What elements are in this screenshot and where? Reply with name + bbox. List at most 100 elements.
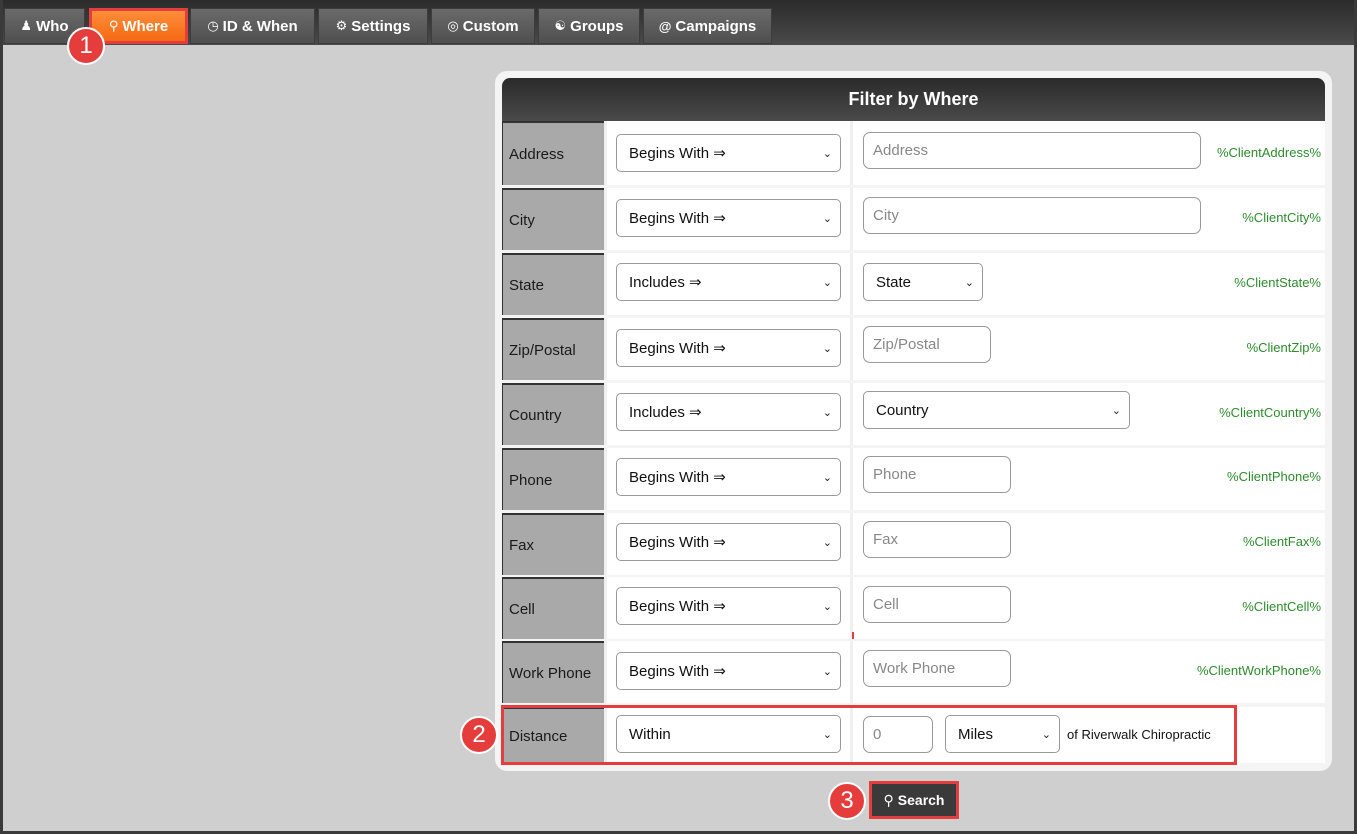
distance-suffix: of Riverwalk Chiropractic xyxy=(1067,727,1211,742)
cell-input[interactable]: Cell xyxy=(863,586,1011,623)
filter-row-zip: Zip/Postal Begins With ⇒ ⌄ Zip/Postal %C… xyxy=(502,318,1325,380)
operator-value: Within xyxy=(629,725,671,743)
tab-label: Settings xyxy=(351,17,411,35)
state-select[interactable]: State ⌄ xyxy=(863,263,983,301)
tab-label: Groups xyxy=(570,17,624,35)
country-value: Country xyxy=(876,401,929,419)
unit-value: Miles xyxy=(958,725,994,743)
distance-input[interactable]: 0 xyxy=(863,716,933,753)
operator-select[interactable]: Begins With ⇒ ⌄ xyxy=(616,652,841,690)
chevron-down-icon: ⌄ xyxy=(822,342,832,355)
callout-3: 3 xyxy=(828,782,866,820)
row-label: Country xyxy=(502,383,604,445)
operator-select[interactable]: Begins With ⇒ ⌄ xyxy=(616,134,841,172)
at-icon: @ xyxy=(658,18,672,34)
filter-row-country: Country Includes ⇒ ⌄ Country ⌄ %ClientCo… xyxy=(502,383,1325,445)
operator-select[interactable]: Begins With ⇒ ⌄ xyxy=(616,329,841,367)
row-label: Distance xyxy=(502,707,604,763)
operator-value: Begins With ⇒ xyxy=(629,469,726,486)
row-label: Fax xyxy=(502,513,604,575)
operator-value: Includes ⇒ xyxy=(629,404,702,421)
phone-input[interactable]: Phone xyxy=(863,456,1011,493)
top-nav: ♟ Who ⚲ Where ◷ ID & When ⚙ Settings ◎ C… xyxy=(0,0,1357,45)
chevron-down-icon: ⌄ xyxy=(822,471,832,484)
row-label: Zip/Postal xyxy=(502,318,604,380)
work-phone-input[interactable]: Work Phone xyxy=(863,650,1011,687)
marker-tick xyxy=(852,632,854,639)
operator-value: Begins With ⇒ xyxy=(629,340,726,357)
distance-operator-select[interactable]: Within ⌄ xyxy=(616,715,841,753)
row-label: Address xyxy=(502,121,604,185)
filter-row-city: City Begins With ⇒ ⌄ City %ClientCity% xyxy=(502,188,1325,250)
operator-value: Begins With ⇒ xyxy=(629,145,726,162)
clock-icon: ◷ xyxy=(207,18,219,33)
callout-2: 2 xyxy=(460,716,498,754)
chevron-down-icon: ⌄ xyxy=(822,600,832,613)
search-label: Search xyxy=(897,792,945,808)
filter-row-address: Address Begins With ⇒ ⌄ Address %ClientA… xyxy=(502,121,1325,185)
tab-label: Who xyxy=(36,17,69,35)
tab-settings[interactable]: ⚙ Settings xyxy=(318,8,428,44)
state-value: State xyxy=(876,273,912,291)
chevron-down-icon: ⌄ xyxy=(822,147,832,160)
city-input[interactable]: City xyxy=(863,197,1201,234)
row-label: City xyxy=(502,188,604,250)
merge-token: %ClientCity% xyxy=(1242,210,1321,225)
fax-input[interactable]: Fax xyxy=(863,521,1011,558)
tab-custom[interactable]: ◎ Custom xyxy=(431,8,535,44)
search-button[interactable]: ⚲ Search xyxy=(869,781,959,819)
filter-row-work-phone: Work Phone Begins With ⇒ ⌄ Work Phone %C… xyxy=(502,641,1325,703)
panel-title: Filter by Where xyxy=(502,78,1325,121)
filter-row-distance: Distance Within ⌄ 0 Miles ⌄ of Riverwalk… xyxy=(502,707,1325,763)
chevron-down-icon: ⌄ xyxy=(822,212,832,225)
chevron-down-icon: ⌄ xyxy=(1041,728,1051,741)
row-label: State xyxy=(502,253,604,315)
chevron-down-icon: ⌄ xyxy=(822,728,832,741)
merge-token: %ClientCell% xyxy=(1242,599,1321,614)
tab-label: Custom xyxy=(462,17,519,35)
map-pin-icon: ⚲ xyxy=(108,18,119,33)
operator-select[interactable]: Begins With ⇒ ⌄ xyxy=(616,199,841,237)
filter-row-cell: Cell Begins With ⇒ ⌄ Cell %ClientCell% xyxy=(502,577,1325,639)
merge-token: %ClientWorkPhone% xyxy=(1196,663,1321,678)
tab-label: Campaigns xyxy=(675,17,757,35)
operator-value: Begins With ⇒ xyxy=(629,663,726,680)
merge-token: %ClientFax% xyxy=(1242,534,1321,549)
unit-select[interactable]: Miles ⌄ xyxy=(945,715,1060,753)
row-label: Phone xyxy=(502,448,604,510)
chevron-down-icon: ⌄ xyxy=(822,276,832,289)
zip-input[interactable]: Zip/Postal xyxy=(863,326,991,363)
row-label: Cell xyxy=(502,577,604,639)
merge-token: %ClientPhone% xyxy=(1227,469,1321,484)
tab-label: Where xyxy=(122,17,169,35)
chevron-down-icon: ⌄ xyxy=(822,665,832,678)
chevron-down-icon: ⌄ xyxy=(1111,404,1121,417)
merge-token: %ClientState% xyxy=(1234,275,1321,290)
merge-token: %ClientZip% xyxy=(1246,340,1321,355)
operator-value: Includes ⇒ xyxy=(629,274,702,291)
chevron-down-icon: ⌄ xyxy=(822,536,832,549)
target-icon: ◎ xyxy=(447,18,459,33)
tab-campaigns[interactable]: @ Campaigns xyxy=(643,8,772,44)
operator-value: Begins With ⇒ xyxy=(629,534,726,551)
operator-select[interactable]: Begins With ⇒ ⌄ xyxy=(616,587,841,625)
chevron-down-icon: ⌄ xyxy=(964,276,974,289)
operator-select[interactable]: Includes ⇒ ⌄ xyxy=(616,393,841,431)
merge-token: %ClientAddress% xyxy=(1216,145,1321,160)
tab-groups[interactable]: ☯ Groups xyxy=(538,8,640,44)
tab-id-when[interactable]: ◷ ID & When xyxy=(190,8,315,44)
operator-value: Begins With ⇒ xyxy=(629,210,726,227)
address-input[interactable]: Address xyxy=(863,132,1201,169)
group-icon: ☯ xyxy=(554,18,567,33)
operator-select[interactable]: Begins With ⇒ ⌄ xyxy=(616,523,841,561)
operator-select[interactable]: Begins With ⇒ ⌄ xyxy=(616,458,841,496)
filter-row-phone: Phone Begins With ⇒ ⌄ Phone %ClientPhone… xyxy=(502,448,1325,510)
row-label: Work Phone xyxy=(502,641,604,703)
callout-1: 1 xyxy=(67,27,105,65)
operator-select[interactable]: Includes ⇒ ⌄ xyxy=(616,263,841,301)
country-select[interactable]: Country ⌄ xyxy=(863,391,1130,429)
merge-token: %ClientCountry% xyxy=(1219,405,1321,420)
filter-row-fax: Fax Begins With ⇒ ⌄ Fax %ClientFax% xyxy=(502,513,1325,575)
operator-value: Begins With ⇒ xyxy=(629,598,726,615)
filter-row-state: State Includes ⇒ ⌄ State ⌄ %ClientState% xyxy=(502,253,1325,315)
